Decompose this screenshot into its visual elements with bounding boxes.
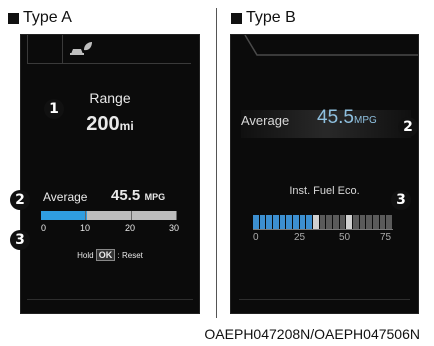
- badge-2-type-a: 2: [10, 190, 30, 210]
- b-bottom-line: [239, 299, 410, 300]
- reset-hint-suffix: : Reset: [117, 251, 143, 260]
- inst-fuel-segment: [279, 215, 286, 229]
- top-bezel-lines: [244, 35, 418, 56]
- type-a-header: Type A: [8, 9, 72, 27]
- gauge-tick-20: 20: [125, 223, 136, 233]
- b-average-readout: 45.5MPG: [317, 107, 377, 129]
- range-unit: mi: [119, 119, 134, 133]
- inst-fuel-segment: [259, 215, 266, 229]
- inst-tick-50: 50: [339, 232, 351, 243]
- inst-fuel-segment: [386, 215, 392, 229]
- inst-fuel-segment: [339, 215, 346, 229]
- range-value: 200: [86, 113, 120, 135]
- type-a-display: Range 200mi Average 45.5 MPG 0 10 20 30 …: [20, 34, 200, 314]
- average-gauge-track: [41, 211, 177, 220]
- inst-fuel-segment: [353, 215, 359, 229]
- ok-key: OK: [95, 249, 116, 261]
- inst-fuel-segment: [273, 215, 279, 229]
- gauge-tick-10: 10: [80, 223, 91, 233]
- inst-fuel-segment: [253, 215, 259, 229]
- inst-fuel-segment: [366, 215, 372, 229]
- gauge-tick-30: 30: [169, 223, 180, 233]
- inst-fuel-segment: [373, 215, 379, 229]
- inst-fuel-segment: [379, 215, 386, 229]
- inst-fuel-segment: [326, 215, 332, 229]
- reset-hint: Hold OK : Reset: [21, 249, 199, 261]
- badge-2-type-b: 2: [398, 117, 418, 137]
- badge-3-type-b: 3: [391, 190, 411, 210]
- badge-1: 1: [44, 99, 64, 119]
- inst-fuel-segment: [293, 215, 299, 229]
- average-value: 45.5: [111, 187, 141, 204]
- inst-fuel-baseline: [253, 229, 393, 230]
- square-bullet-icon: [231, 12, 242, 24]
- inst-tick-75: 75: [380, 232, 392, 243]
- inst-fuel-segment: [333, 215, 339, 229]
- top-box-left: [27, 35, 63, 64]
- inst-tick-0: 0: [253, 232, 259, 243]
- type-a-label: Type A: [23, 9, 72, 26]
- square-bullet-icon: [8, 12, 19, 24]
- average-label: Average: [43, 190, 88, 204]
- bottom-line: [27, 299, 193, 300]
- inst-fuel-segment: [346, 215, 352, 229]
- average-unit: MPG: [144, 192, 166, 202]
- inst-fuel-segment: [266, 215, 272, 229]
- gauge-tick-0: 0: [41, 223, 47, 233]
- b-average-label: Average: [241, 113, 290, 128]
- inst-tick-25: 25: [294, 232, 306, 243]
- type-b-label: Type B: [246, 9, 296, 26]
- inst-fuel-segment: [359, 215, 366, 229]
- average-gauge-fill: [41, 211, 88, 220]
- inst-fuel-segment: [306, 215, 312, 229]
- b-average-value: 45.5: [317, 107, 354, 128]
- average-readout: 45.5 MPG: [111, 187, 165, 205]
- reset-hint-prefix: Hold: [77, 251, 94, 260]
- type-b-header: Type B: [231, 9, 296, 27]
- badge-3-type-a: 3: [10, 230, 30, 250]
- b-average-unit: MPG: [353, 115, 377, 126]
- panel-divider: [216, 8, 217, 318]
- figure-caption: OAEPH047208N/OAEPH047506N: [204, 326, 420, 342]
- inst-fuel-title: Inst. Fuel Eco.: [289, 185, 360, 197]
- inst-fuel-segment: [319, 215, 326, 229]
- eco-car-leaf-icon: [70, 42, 92, 55]
- inst-fuel-segment: [299, 215, 306, 229]
- inst-fuel-segment: [286, 215, 292, 229]
- inst-fuel-segment-bar: [253, 215, 393, 229]
- type-b-display: Average 45.5MPG Inst. Fuel Eco. 0 25 50 …: [230, 34, 419, 314]
- inst-fuel-segment: [313, 215, 319, 229]
